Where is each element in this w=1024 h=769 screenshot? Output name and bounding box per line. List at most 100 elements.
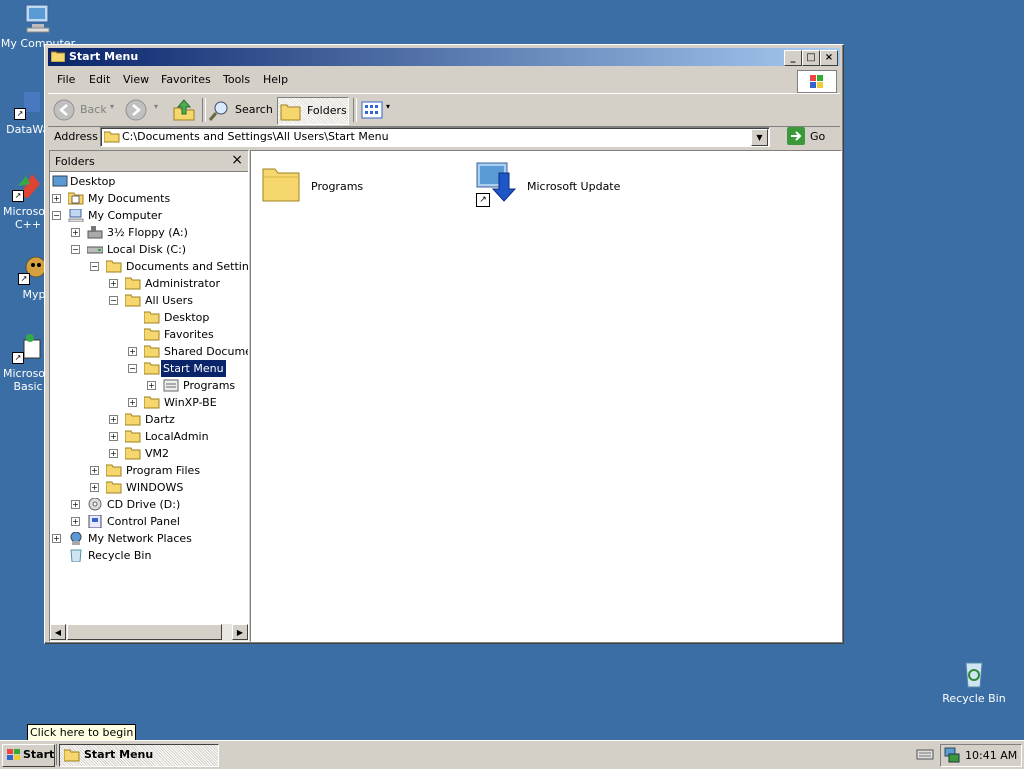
keyboard-tray-icon[interactable] bbox=[916, 747, 934, 761]
folder-icon bbox=[106, 464, 122, 477]
folders-icon bbox=[280, 104, 301, 121]
scrollbar-thumb[interactable] bbox=[67, 624, 222, 640]
visual-cpp-icon: ↗ bbox=[12, 170, 44, 202]
tree-item-label: 3½ Floppy (A:) bbox=[107, 226, 188, 239]
expand-button[interactable]: + bbox=[90, 466, 99, 475]
scroll-right-button[interactable]: ▶ bbox=[232, 624, 248, 640]
title-bar[interactable]: Start Menu _ □ × bbox=[48, 48, 840, 66]
tree-item-label: Local Disk (C:) bbox=[107, 243, 187, 256]
collapse-button[interactable]: − bbox=[109, 296, 118, 305]
expand-button[interactable]: + bbox=[147, 381, 156, 390]
content-item-microsoft-update[interactable]: ↗ Microsoft Update bbox=[475, 159, 675, 207]
tree-item-label: Dartz bbox=[145, 413, 175, 426]
content-item-label: Programs bbox=[311, 180, 364, 193]
expand-button[interactable]: + bbox=[52, 534, 61, 543]
expand-button[interactable]: + bbox=[71, 228, 80, 237]
start-tooltip: Click here to begin bbox=[27, 724, 137, 741]
tree-item-label: All Users bbox=[145, 294, 193, 307]
address-input[interactable]: C:\Documents and Settings\All Users\Star… bbox=[100, 127, 770, 147]
content-item-programs[interactable]: Programs bbox=[261, 159, 441, 207]
minimize-button[interactable]: _ bbox=[784, 50, 802, 66]
desktop-icon-recycle-bin[interactable]: Recycle Bin bbox=[936, 657, 1012, 705]
menu-edit[interactable]: Edit bbox=[89, 73, 110, 86]
up-folder-button[interactable] bbox=[172, 97, 196, 123]
tree-item-label: Documents and Settings bbox=[126, 260, 248, 273]
tree-item-label: Desktop bbox=[70, 175, 116, 188]
tree-item-label: Administrator bbox=[145, 277, 220, 290]
tree-item-label: VM2 bbox=[145, 447, 170, 460]
address-value: C:\Documents and Settings\All Users\Star… bbox=[122, 130, 389, 143]
tree-item-label: WINDOWS bbox=[126, 481, 184, 494]
collapse-button[interactable]: − bbox=[71, 245, 80, 254]
windows-logo-icon bbox=[797, 70, 837, 93]
folder-icon bbox=[262, 168, 300, 202]
expand-button[interactable]: + bbox=[71, 500, 80, 509]
expand-button[interactable]: + bbox=[128, 398, 137, 407]
forward-arrow-icon bbox=[125, 99, 147, 121]
collapse-button[interactable]: − bbox=[128, 364, 137, 373]
menu-favorites[interactable]: Favorites bbox=[161, 73, 211, 86]
search-icon bbox=[208, 101, 228, 121]
desktop-icon-my-computer[interactable]: My Computer bbox=[0, 2, 76, 50]
folder-icon bbox=[104, 131, 120, 143]
clock[interactable]: 10:41 AM bbox=[965, 749, 1017, 762]
tree-item-label: Favorites bbox=[164, 328, 214, 341]
maximize-button[interactable]: □ bbox=[802, 50, 820, 66]
tree-item-label: CD Drive (D:) bbox=[107, 498, 181, 511]
expand-button[interactable]: + bbox=[52, 194, 61, 203]
network-tray-icon[interactable] bbox=[944, 747, 960, 763]
up-folder-icon bbox=[173, 99, 195, 121]
network-places-icon bbox=[70, 532, 82, 545]
menu-help[interactable]: Help bbox=[263, 73, 288, 86]
menu-file[interactable]: File bbox=[57, 73, 75, 86]
expand-button[interactable]: + bbox=[109, 279, 118, 288]
go-arrow-icon bbox=[787, 127, 805, 145]
expand-button[interactable]: + bbox=[109, 449, 118, 458]
folder-icon bbox=[125, 430, 141, 443]
expand-button[interactable]: + bbox=[109, 432, 118, 441]
chevron-down-icon: ▾ bbox=[154, 102, 159, 111]
tree-item-label: My Computer bbox=[88, 209, 163, 222]
folder-open-icon bbox=[144, 362, 160, 375]
forward-button[interactable]: ▾ bbox=[124, 97, 164, 123]
collapse-button[interactable]: − bbox=[90, 262, 99, 271]
folder-icon bbox=[125, 413, 141, 426]
search-button[interactable]: Search bbox=[208, 97, 273, 123]
tree-item-label: Shared Documents bbox=[164, 345, 248, 358]
folders-pane-header: Folders × bbox=[50, 151, 248, 172]
visual-basic-icon: ↗ bbox=[12, 332, 44, 364]
toolbar-separator bbox=[353, 98, 357, 122]
shortcut-arrow-icon: ↗ bbox=[12, 190, 24, 202]
back-button[interactable]: Back ▾ bbox=[52, 97, 120, 123]
taskbar-button-start-menu[interactable]: Start Menu bbox=[59, 744, 219, 767]
expand-button[interactable]: + bbox=[109, 415, 118, 424]
tree-item-label: Programs bbox=[183, 379, 236, 392]
expand-button[interactable]: + bbox=[90, 483, 99, 492]
start-button[interactable]: Start bbox=[2, 744, 55, 767]
folders-pane-title: Folders bbox=[55, 155, 95, 168]
folders-pane-close-button[interactable]: × bbox=[231, 152, 243, 168]
address-dropdown-button[interactable]: ▼ bbox=[751, 129, 768, 146]
tree-item-label: My Documents bbox=[88, 192, 171, 205]
expand-button[interactable]: + bbox=[128, 347, 137, 356]
file-view: Programs ↗ Microsoft Update bbox=[250, 150, 842, 642]
floppy-drive-icon bbox=[87, 226, 103, 239]
collapse-button[interactable]: − bbox=[52, 211, 61, 220]
scroll-left-button[interactable]: ◀ bbox=[50, 624, 66, 640]
close-button[interactable]: × bbox=[820, 50, 838, 66]
back-label: Back bbox=[80, 103, 107, 116]
folders-button[interactable]: Folders bbox=[277, 97, 349, 125]
views-button[interactable]: ▾ bbox=[359, 97, 395, 123]
expand-button[interactable]: + bbox=[71, 517, 80, 526]
my-documents-icon bbox=[68, 192, 84, 205]
go-button[interactable]: Go bbox=[785, 126, 835, 146]
menu-tools[interactable]: Tools bbox=[223, 73, 250, 86]
views-icon bbox=[361, 101, 383, 119]
tree-item-label: WinXP-BE bbox=[164, 396, 217, 409]
folder-icon bbox=[64, 749, 80, 762]
folder-icon bbox=[106, 481, 122, 494]
recycle-bin-icon bbox=[70, 549, 82, 562]
horizontal-scrollbar[interactable]: ◀ ▶ bbox=[50, 624, 248, 641]
programs-folder-icon bbox=[163, 379, 179, 392]
menu-view[interactable]: View bbox=[123, 73, 149, 86]
